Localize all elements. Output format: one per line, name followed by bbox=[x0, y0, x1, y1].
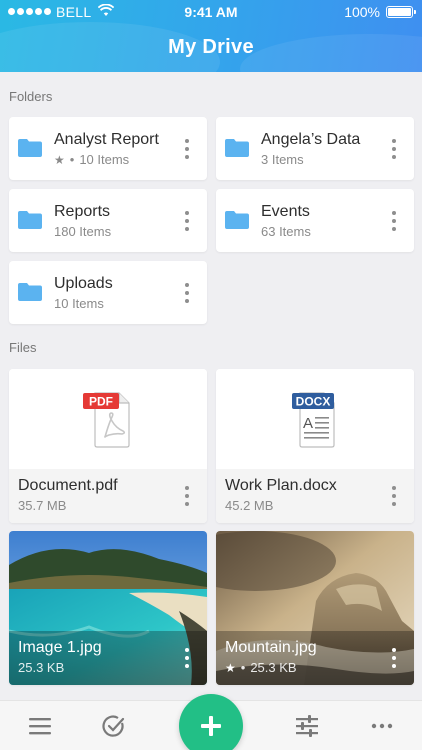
more-options-icon[interactable] bbox=[387, 137, 401, 161]
file-card-mountain-jpg[interactable]: Mountain.jpg ★ • 25.3 KB bbox=[216, 531, 414, 685]
folder-item-count: 180 Items bbox=[54, 224, 112, 239]
folder-card-angelas-data[interactable]: Angela’s Data 3 Items bbox=[216, 117, 414, 180]
folder-icon bbox=[18, 211, 42, 229]
more-icon[interactable] bbox=[370, 715, 394, 737]
more-options-icon[interactable] bbox=[180, 646, 194, 670]
folder-item-count: 3 Items bbox=[261, 152, 304, 167]
folder-item-count: 10 Items bbox=[54, 296, 104, 311]
file-name: Document.pdf bbox=[18, 477, 118, 494]
file-size: 25.3 KB bbox=[250, 660, 297, 675]
folder-icon bbox=[18, 139, 42, 157]
docx-file-icon: A DOCX bbox=[292, 392, 335, 448]
more-options-icon[interactable] bbox=[387, 209, 401, 233]
folder-name: Angela’s Data bbox=[261, 131, 361, 148]
folder-name: Uploads bbox=[54, 275, 113, 292]
page-title: My Drive bbox=[168, 36, 254, 58]
folder-icon bbox=[18, 283, 42, 301]
sliders-icon[interactable] bbox=[295, 715, 319, 737]
folder-card-reports[interactable]: Reports 180 Items bbox=[9, 189, 207, 252]
folder-name: Analyst Report bbox=[54, 131, 159, 148]
pdf-file-icon: PDF bbox=[83, 392, 130, 448]
more-options-icon[interactable] bbox=[180, 484, 194, 508]
folder-card-analyst-report[interactable]: Analyst Report ★ • 10 Items bbox=[9, 117, 207, 180]
file-size: 25.3 KB bbox=[18, 660, 65, 675]
star-icon: ★ bbox=[225, 660, 236, 675]
more-options-icon[interactable] bbox=[180, 281, 194, 305]
file-size: 35.7 MB bbox=[18, 498, 67, 513]
status-bar: BELL 9:41 AM 100% bbox=[0, 0, 422, 24]
battery-icon bbox=[386, 6, 416, 18]
docx-badge-label: DOCX bbox=[296, 395, 331, 409]
folder-name: Events bbox=[261, 203, 310, 220]
pdf-badge-label: PDF bbox=[89, 395, 113, 409]
file-name: Mountain.jpg bbox=[225, 639, 317, 656]
more-options-icon[interactable] bbox=[387, 646, 401, 670]
folder-icon bbox=[225, 211, 249, 229]
star-icon: ★ bbox=[54, 152, 65, 167]
files-section-label: Files bbox=[9, 340, 37, 355]
file-card-work-plan-docx[interactable]: A DOCX Work Plan.docx 45.2 MB bbox=[216, 369, 414, 523]
file-name: Image 1.jpg bbox=[18, 639, 102, 656]
menu-icon[interactable] bbox=[28, 715, 52, 737]
bullet-separator: • bbox=[69, 152, 75, 167]
folder-card-events[interactable]: Events 63 Items bbox=[216, 189, 414, 252]
file-card-image-1-jpg[interactable]: Image 1.jpg 25.3 KB bbox=[9, 531, 207, 685]
folder-card-uploads[interactable]: Uploads 10 Items bbox=[9, 261, 207, 324]
bullet-separator: • bbox=[240, 660, 246, 675]
svg-text:A: A bbox=[303, 415, 313, 432]
folder-item-count: 63 Items bbox=[261, 224, 311, 239]
folder-item-count: 10 Items bbox=[79, 152, 130, 167]
battery-percentage: 100% bbox=[344, 4, 380, 20]
folder-icon bbox=[225, 139, 249, 157]
file-name: Work Plan.docx bbox=[225, 477, 337, 494]
folder-name: Reports bbox=[54, 203, 111, 220]
more-options-icon[interactable] bbox=[180, 209, 194, 233]
more-options-icon[interactable] bbox=[387, 484, 401, 508]
file-size: 45.2 MB bbox=[225, 498, 274, 513]
file-card-document-pdf[interactable]: PDF Document.pdf 35.7 MB bbox=[9, 369, 207, 523]
folders-section-label: Folders bbox=[9, 89, 53, 104]
more-options-icon[interactable] bbox=[180, 137, 194, 161]
check-circle-icon[interactable] bbox=[102, 715, 126, 737]
header: BELL 9:41 AM 100% My Drive bbox=[0, 0, 422, 72]
add-icon[interactable] bbox=[179, 694, 243, 750]
